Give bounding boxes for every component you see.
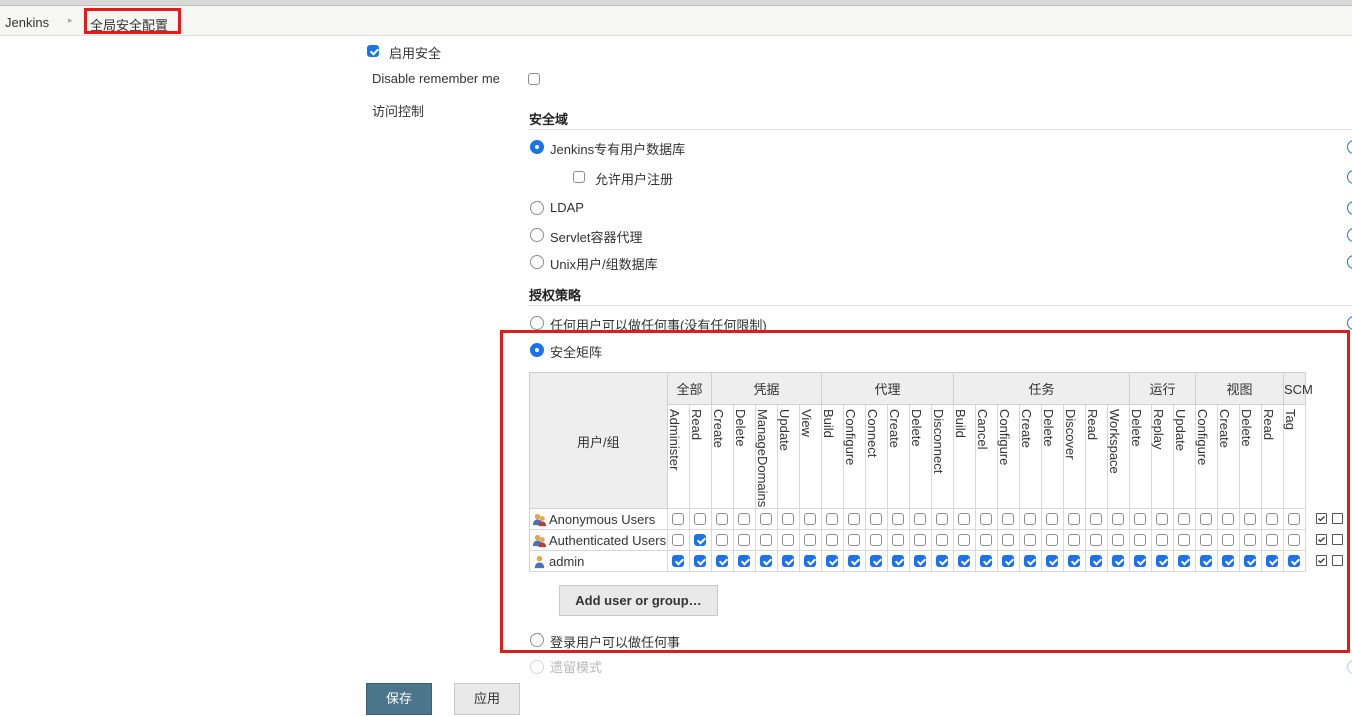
realm-jenkins-db-radio[interactable] xyxy=(530,140,544,154)
help-icon[interactable] xyxy=(1347,316,1352,330)
help-icon[interactable] xyxy=(1347,255,1352,269)
apply-button[interactable]: 应用 xyxy=(454,683,520,715)
authorization-title: 授权策略 xyxy=(529,288,582,303)
help-icon[interactable] xyxy=(1347,228,1352,242)
allow-signup-label: 允许用户注册 xyxy=(595,172,674,187)
security-realm-title: 安全域 xyxy=(529,112,569,127)
breadcrumb: Jenkins ▸ 全局安全配置 xyxy=(0,6,1352,36)
divider xyxy=(529,129,1352,130)
auth-unsecured-radio[interactable] xyxy=(530,316,544,330)
breadcrumb-current-page[interactable]: 全局安全配置 xyxy=(84,8,181,34)
breadcrumb-jenkins-link[interactable]: Jenkins xyxy=(5,15,49,30)
realm-ldap-label: LDAP xyxy=(550,200,584,215)
auth-legacy-label: 遗留模式 xyxy=(550,660,603,675)
disable-remember-me-checkbox[interactable] xyxy=(528,73,540,85)
realm-ldap-radio[interactable] xyxy=(530,201,544,215)
disable-remember-me-label: Disable remember me xyxy=(372,71,500,86)
realm-jenkins-db-label: Jenkins专有用户数据库 xyxy=(550,142,686,157)
realm-servlet-label: Servlet容器代理 xyxy=(550,230,643,245)
auth-legacy-radio[interactable] xyxy=(530,660,544,674)
help-icon[interactable] xyxy=(1347,201,1352,215)
breadcrumb-separator-icon: ▸ xyxy=(68,15,73,25)
realm-unix-radio[interactable] xyxy=(530,255,544,269)
help-icon[interactable] xyxy=(1347,140,1352,154)
help-icon[interactable] xyxy=(1347,660,1352,674)
allow-signup-checkbox[interactable] xyxy=(573,171,585,183)
realm-servlet-radio[interactable] xyxy=(530,228,544,242)
help-icon[interactable] xyxy=(1347,170,1352,184)
divider xyxy=(529,305,1352,306)
access-control-label: 访问控制 xyxy=(372,104,425,119)
realm-unix-label: Unix用户/组数据库 xyxy=(550,257,658,272)
enable-security-label: 启用安全 xyxy=(389,46,442,61)
enable-security-checkbox[interactable] xyxy=(367,45,379,57)
save-button[interactable]: 保存 xyxy=(366,683,432,715)
highlight-box xyxy=(500,330,1350,653)
